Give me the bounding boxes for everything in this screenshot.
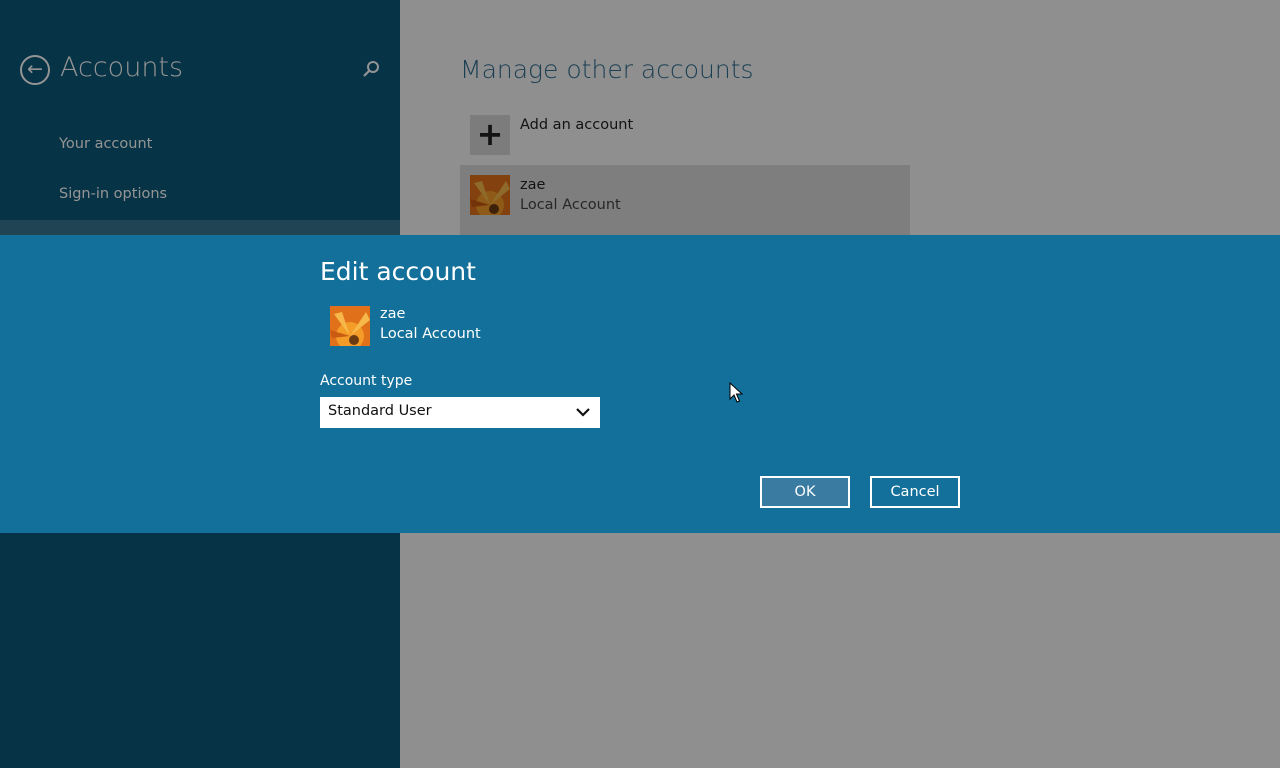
flower-avatar-icon [330,306,370,346]
chevron-down-icon [576,408,590,417]
dialog-account-name: zae [380,306,406,322]
ok-button[interactable]: OK [760,476,850,508]
screen: ← Accounts Your account Sign-in options … [0,0,1280,768]
cancel-button[interactable]: Cancel [870,476,960,508]
account-type-label: Account type [320,373,413,389]
mouse-cursor-icon [729,382,743,403]
edit-account-dialog: Edit account zae Local Account Account t… [0,235,1280,533]
dialog-account-type: Local Account [380,326,481,342]
account-type-value: Standard User [328,403,432,419]
account-type-select[interactable]: Standard User [320,397,600,428]
dialog-title: Edit account [320,257,476,286]
